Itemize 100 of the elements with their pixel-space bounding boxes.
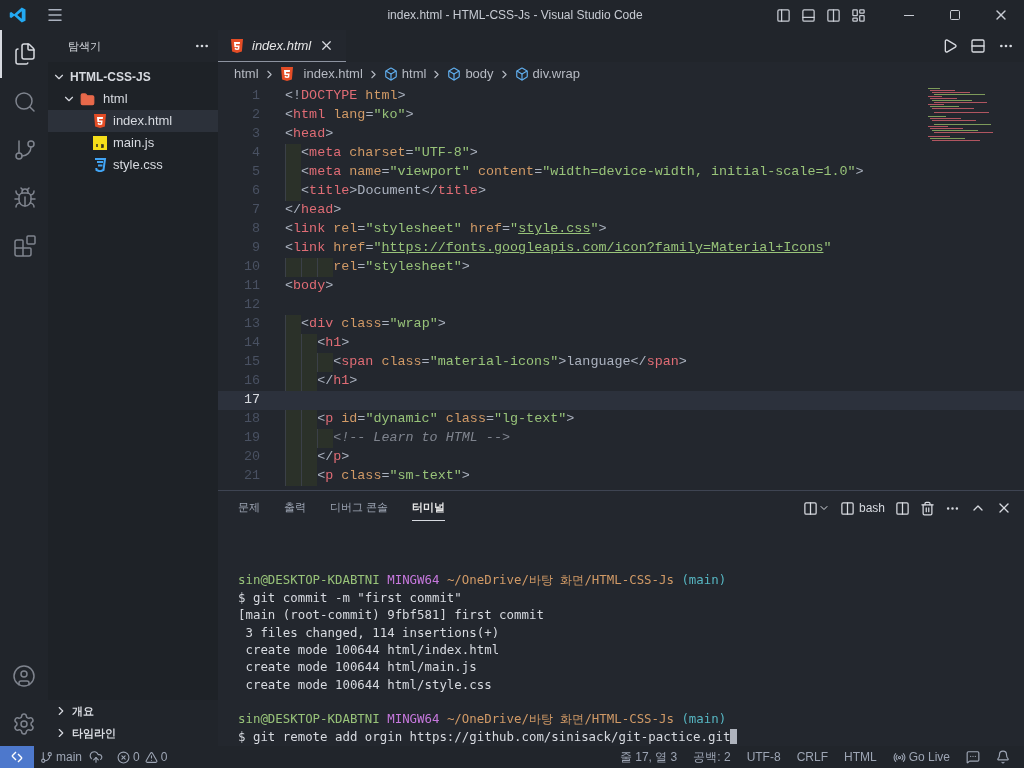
warning-count[interactable]: 0 bbox=[160, 748, 168, 766]
code-line: <meta charset="UTF-8"> bbox=[301, 144, 478, 163]
terminal-line: sin@DESKTOP-KDABTNI MINGW64 ~/OneDrive/바탕 화면/HTML-CSS-Js (main) bbox=[238, 571, 727, 590]
sidebar-section-header[interactable]: 타임라인 bbox=[48, 722, 218, 744]
css-file-icon bbox=[93, 158, 107, 172]
line-number: 17 bbox=[242, 391, 261, 410]
breadcrumb-item[interactable]: div.wrap bbox=[532, 64, 581, 84]
indent-guide bbox=[285, 258, 302, 277]
status-item[interactable]: CRLF bbox=[796, 748, 828, 766]
html-file-icon bbox=[230, 38, 244, 53]
code-line: <!DOCTYPE html> bbox=[285, 87, 406, 106]
indent-guide bbox=[317, 258, 334, 277]
breadcrumb-item[interactable]: html bbox=[234, 64, 259, 84]
panel-tab[interactable]: 문제 bbox=[238, 495, 260, 521]
branch-icon bbox=[40, 750, 53, 764]
code-line: <title>Document</title> bbox=[301, 182, 486, 201]
split-editor-icon[interactable] bbox=[970, 38, 986, 54]
go-live-button[interactable]: Go Live bbox=[908, 748, 950, 766]
split-terminal-icon[interactable] bbox=[895, 500, 910, 516]
code-line: <p id="dynamic" class="lg-text"> bbox=[317, 410, 575, 429]
status-item[interactable]: 줄 17, 열 3 bbox=[619, 748, 678, 766]
indent-guide bbox=[301, 372, 318, 391]
indent-guide bbox=[285, 410, 302, 429]
terminal-line: [main (root-commit) 9fbf581] first commit bbox=[238, 606, 544, 625]
broadcast-icon bbox=[892, 750, 906, 764]
trash-icon[interactable] bbox=[920, 500, 935, 516]
indent-guide bbox=[301, 410, 318, 429]
breadcrumb-item[interactable]: index.html bbox=[303, 64, 363, 84]
error-icon bbox=[117, 750, 130, 764]
cube-icon bbox=[447, 67, 462, 81]
publish-icon[interactable] bbox=[89, 750, 103, 764]
code-line: <link rel="stylesheet" href="style.css"> bbox=[285, 220, 607, 239]
run-icon[interactable] bbox=[942, 38, 958, 54]
toggle-panel-icon[interactable] bbox=[801, 7, 816, 23]
search-icon bbox=[13, 90, 37, 114]
files-icon bbox=[13, 42, 37, 66]
code-line: <html lang="ko"> bbox=[285, 106, 414, 125]
terminal-line: create mode 100644 html/style.css bbox=[244, 675, 492, 694]
remote-icon bbox=[11, 751, 23, 763]
status-item[interactable]: HTML bbox=[843, 748, 877, 766]
cube-icon bbox=[383, 67, 398, 81]
account-icon[interactable] bbox=[12, 664, 36, 688]
terminal-line: $ git commit -m "first commit" bbox=[238, 588, 462, 607]
code-line: <body> bbox=[285, 277, 334, 296]
sidebar-title: 탐색기 bbox=[68, 38, 101, 54]
breadcrumb-item[interactable]: body bbox=[465, 64, 494, 84]
code-line: <h1> bbox=[317, 334, 350, 353]
branch-label[interactable]: main bbox=[56, 748, 82, 766]
code-line: </p> bbox=[317, 448, 350, 467]
panel-tab[interactable]: 디버그 콘솔 bbox=[330, 495, 389, 521]
code-line: <meta name="viewport" content="width=device-width, initial-scale=1.0"> bbox=[301, 163, 864, 182]
code-line: <div class="wrap"> bbox=[301, 315, 446, 334]
panel-tab[interactable]: 터미널 bbox=[412, 495, 446, 521]
sidebar-section-header[interactable]: 개요 bbox=[48, 700, 218, 722]
warning-icon bbox=[144, 750, 158, 764]
panel-tab[interactable]: 출력 bbox=[284, 495, 306, 521]
code-line: rel="stylesheet"> bbox=[333, 258, 470, 277]
cube-icon bbox=[514, 67, 529, 81]
error-count[interactable]: 0 bbox=[133, 748, 140, 766]
terminal-line: 3 files changed, 114 insertions(+) bbox=[244, 623, 500, 642]
indent-guide bbox=[285, 372, 302, 391]
html-file-icon bbox=[279, 67, 294, 81]
code-line: <head> bbox=[285, 125, 334, 144]
window-title: index.html - HTML-CSS-Js - Visual Studio Code bbox=[387, 7, 643, 24]
breadcrumb-item[interactable]: html bbox=[401, 64, 427, 84]
file-item[interactable]: main.js bbox=[48, 132, 218, 154]
indent-guide bbox=[317, 429, 334, 448]
extensions-icon bbox=[13, 234, 37, 258]
workspace-header[interactable]: HTML-CSS-JS bbox=[48, 66, 218, 88]
file-item[interactable]: index.html bbox=[48, 110, 218, 132]
toggle-sidebar-icon[interactable] bbox=[776, 7, 791, 23]
code-line: <link href="https://fonts.googleapis.com/icon?family=Material+Icons" bbox=[285, 239, 832, 258]
terminal-line: $ git remote add orgin https://github.com/sinisack/git-pactice.git bbox=[238, 727, 731, 746]
status-item[interactable]: UTF-8 bbox=[746, 748, 781, 766]
code-line: </head> bbox=[285, 201, 342, 220]
indent-guide bbox=[301, 258, 318, 277]
code-line: <span class="material-icons">language</span> bbox=[333, 353, 687, 372]
maximize-icon bbox=[949, 9, 961, 21]
file-item[interactable]: style.css bbox=[48, 154, 218, 176]
folder-icon bbox=[80, 91, 95, 107]
indent-guide bbox=[301, 334, 318, 353]
status-item[interactable]: 공백: 2 bbox=[693, 748, 731, 766]
code-line: <!-- Learn to HTML --> bbox=[333, 429, 510, 448]
minimize-icon bbox=[904, 14, 914, 16]
feedback-icon[interactable] bbox=[966, 750, 980, 764]
js-file-icon bbox=[93, 136, 107, 150]
customize-layout-icon[interactable] bbox=[851, 7, 866, 23]
notifications-icon[interactable] bbox=[996, 750, 1010, 764]
indent-guide bbox=[285, 144, 302, 163]
folder-item[interactable]: html bbox=[48, 88, 218, 110]
toggle-secondary-sidebar-icon[interactable] bbox=[826, 7, 841, 23]
terminal-shell-label[interactable]: bash bbox=[858, 499, 885, 517]
run-debug-icon bbox=[13, 186, 37, 210]
remote-button[interactable] bbox=[0, 746, 34, 768]
indent-guide bbox=[301, 467, 318, 486]
indent-guide bbox=[285, 182, 302, 201]
terminal-line: create mode 100644 html/main.js bbox=[244, 658, 477, 677]
menu-icon[interactable] bbox=[46, 6, 64, 24]
settings-icon[interactable] bbox=[12, 712, 36, 736]
indent-guide bbox=[317, 353, 334, 372]
